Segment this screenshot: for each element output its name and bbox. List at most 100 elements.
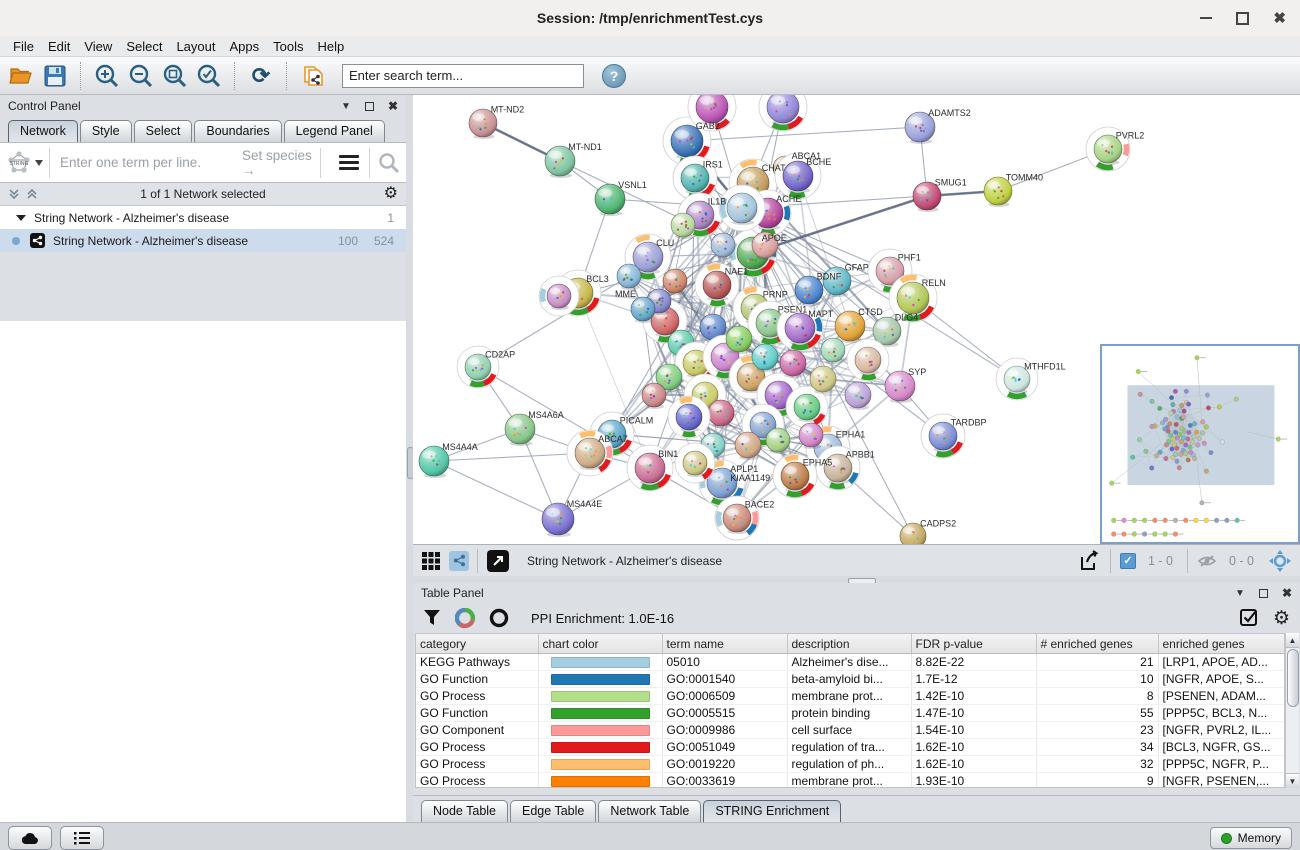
menu-edit[interactable]: Edit [41, 37, 77, 56]
search-input[interactable] [342, 64, 584, 88]
node-label: MS4A6A [528, 410, 564, 420]
clone-network-icon[interactable] [300, 63, 326, 89]
donut-chart-icon[interactable] [455, 608, 475, 628]
column-header[interactable]: # enriched genes [1036, 634, 1158, 654]
tab-string-enrichment[interactable]: STRING Enrichment [703, 800, 841, 822]
network-node[interactable] [847, 339, 889, 381]
refresh-icon[interactable]: ⟳ [248, 63, 274, 89]
vertical-splitter[interactable] [406, 95, 413, 822]
network-row[interactable]: String Network - Alzheimer's disease 100… [0, 229, 406, 252]
select-columns-icon[interactable] [1239, 608, 1259, 628]
network-node[interactable] [845, 382, 871, 410]
node-label: BCHE [806, 157, 831, 167]
save-icon[interactable] [42, 63, 68, 89]
tab-legend-panel[interactable]: Legend Panel [284, 120, 385, 142]
network-node[interactable] [675, 443, 715, 483]
birds-eye-view[interactable] [1100, 344, 1300, 544]
task-history-button[interactable] [60, 826, 104, 850]
network-node[interactable] [668, 396, 710, 438]
scroll-up-icon[interactable]: ▲ [1286, 633, 1299, 648]
tab-style[interactable]: Style [80, 120, 132, 142]
table-row[interactable]: GO ProcessGO:0033619membrane prot...1.93… [416, 773, 1285, 789]
menu-tools[interactable]: Tools [266, 37, 310, 56]
table-float-icon[interactable]: ▼ [1235, 588, 1245, 599]
menu-file[interactable]: File [6, 37, 41, 56]
selected-nodes-checkbox-icon[interactable]: ✓ [1120, 553, 1136, 569]
tab-boundaries[interactable]: Boundaries [194, 120, 281, 142]
query-search-icon[interactable] [378, 152, 400, 174]
export-network-icon[interactable] [1078, 549, 1102, 573]
float-panel-icon[interactable]: ▼ [341, 101, 351, 112]
table-scrollbar[interactable]: ▲ ▼ [1285, 633, 1299, 788]
ring-chart-icon[interactable] [489, 608, 509, 628]
close-panel-icon[interactable]: ✖ [388, 99, 398, 113]
network-node[interactable] [539, 276, 579, 316]
network-node[interactable] [617, 264, 641, 290]
table-close-icon[interactable]: ✖ [1282, 586, 1292, 600]
filter-icon[interactable] [423, 609, 441, 627]
string-logo-icon[interactable]: STRING [6, 148, 50, 178]
minimize-icon[interactable] [1200, 17, 1212, 19]
control-panel: Control Panel ▼ ✖ NetworkStyleSelectBoun… [0, 95, 406, 822]
horizontal-splitter[interactable] [413, 576, 1300, 583]
network-node[interactable] [719, 185, 765, 231]
table-row[interactable]: GO ProcessGO:0051049regulation of tra...… [416, 739, 1285, 756]
maximize-icon[interactable] [1236, 12, 1249, 25]
tab-network-table[interactable]: Network Table [598, 800, 701, 822]
menu-apps[interactable]: Apps [223, 37, 267, 56]
status-bar: Memory [0, 822, 1300, 850]
node-label: ABCA7 [598, 434, 628, 444]
undock-icon[interactable] [365, 102, 374, 111]
grid-view-icon[interactable] [421, 551, 441, 571]
open-in-window-icon[interactable] [487, 550, 509, 572]
string-query-input[interactable] [58, 154, 232, 171]
node-label: EPHA1 [836, 430, 866, 440]
query-options-icon[interactable] [339, 155, 359, 170]
set-species-label[interactable]: Set species → [242, 148, 320, 178]
zoom-fit-icon[interactable] [162, 63, 188, 89]
table-undock-icon[interactable] [1259, 589, 1268, 598]
tab-select[interactable]: Select [134, 120, 193, 142]
table-row[interactable]: GO ProcessGO:0019220regulation of ph...1… [416, 756, 1285, 773]
column-header[interactable]: description [787, 634, 911, 654]
scroll-down-icon[interactable]: ▼ [1286, 773, 1299, 788]
column-header[interactable]: term name [662, 634, 787, 654]
help-icon[interactable]: ? [602, 64, 626, 88]
network-share-icon[interactable] [449, 551, 469, 571]
tab-node-table[interactable]: Node Table [421, 800, 508, 822]
cloud-tasks-button[interactable] [8, 826, 52, 850]
zoom-out-icon[interactable] [128, 63, 154, 89]
zoom-selected-icon[interactable] [196, 63, 222, 89]
column-header[interactable]: FDR p-value [911, 634, 1036, 654]
collapse-triangle-icon[interactable] [16, 215, 26, 221]
column-header[interactable]: enriched genes [1158, 634, 1285, 654]
hidden-eye-icon[interactable] [1197, 553, 1217, 569]
enrichment-settings-gear-icon[interactable]: ⚙ [1273, 609, 1290, 628]
memory-button[interactable]: Memory [1210, 827, 1292, 849]
tab-edge-table[interactable]: Edge Table [510, 800, 596, 822]
close-icon[interactable]: ✖ [1273, 11, 1286, 26]
tab-network[interactable]: Network [8, 120, 78, 142]
table-row[interactable]: KEGG Pathways05010Alzheimer's dise...8.8… [416, 654, 1285, 671]
table-row[interactable]: GO ComponentGO:0009986cell surface1.54E-… [416, 722, 1285, 739]
minimap-viewport[interactable] [1127, 385, 1274, 485]
navigator-crosshair-icon[interactable] [1268, 549, 1292, 573]
column-header[interactable]: chart color [538, 634, 662, 654]
network-node[interactable] [759, 95, 807, 131]
zoom-in-icon[interactable] [94, 63, 120, 89]
table-row[interactable]: GO FunctionGO:0005515protein binding1.47… [416, 705, 1285, 722]
network-canvas[interactable]: MT-ND2MT-ND1VSNL1GAB2ADAMTS2PVRL2TOMM40S… [413, 95, 1300, 544]
scroll-thumb[interactable] [1287, 649, 1299, 707]
table-row[interactable]: GO FunctionGO:0001540beta-amyloid bi...1… [416, 671, 1285, 688]
column-header[interactable]: category [416, 634, 538, 654]
menu-view[interactable]: View [77, 37, 119, 56]
collection-row[interactable]: String Network - Alzheimer's disease 1 [0, 206, 406, 229]
open-icon[interactable] [8, 63, 34, 89]
network-node[interactable] [631, 297, 655, 323]
network-node[interactable] [671, 213, 695, 239]
menu-help[interactable]: Help [311, 37, 352, 56]
node-label: MS4A4E [567, 499, 603, 509]
menu-layout[interactable]: Layout [169, 37, 222, 56]
menu-select[interactable]: Select [119, 37, 169, 56]
table-row[interactable]: GO ProcessGO:0006509membrane prot...1.42… [416, 688, 1285, 705]
